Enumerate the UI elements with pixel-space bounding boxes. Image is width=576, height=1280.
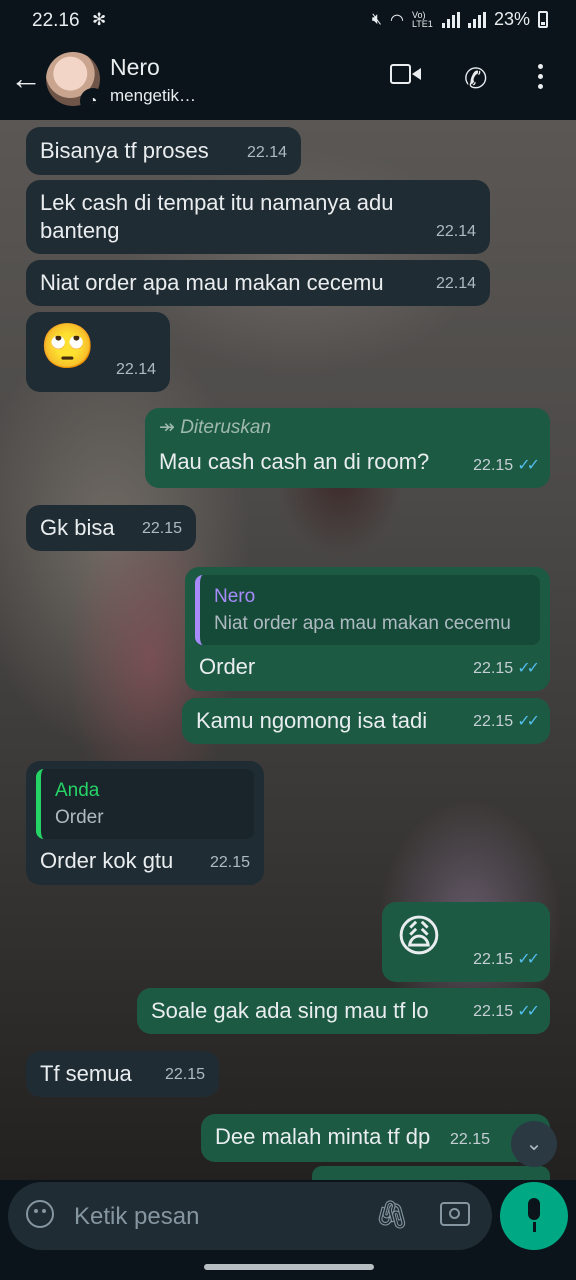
message-time: 22.14 bbox=[435, 275, 476, 292]
read-ticks-icon: ✓✓ bbox=[517, 713, 540, 730]
message-time: 22.15 bbox=[473, 457, 514, 474]
emoji-icon[interactable] bbox=[26, 1200, 54, 1228]
phone-icon[interactable]: ✆ bbox=[464, 62, 487, 95]
message-time: 22.15 bbox=[141, 520, 182, 537]
quoted-text: Order bbox=[55, 807, 104, 828]
microphone-button[interactable] bbox=[500, 1182, 568, 1250]
read-ticks-icon: ✓✓ bbox=[517, 1003, 540, 1020]
contact-name[interactable]: Nero bbox=[110, 54, 160, 81]
quoted-text: Niat order apa mau makan cecemu bbox=[214, 613, 511, 634]
message-time: 22.14 bbox=[435, 223, 476, 240]
signal-icon bbox=[441, 11, 460, 28]
message-text: Lek cash di tempat itu namanya adu bante… bbox=[40, 190, 394, 243]
quoted-sender: Nero bbox=[214, 586, 256, 607]
typing-status: mengetik… bbox=[110, 86, 196, 105]
microphone-icon bbox=[528, 1198, 540, 1220]
message-incoming[interactable]: Tf semua 22.15 bbox=[26, 1051, 219, 1097]
message-outgoing[interactable]: Soale gak ada sing mau tf lo 22.15 ✓✓ bbox=[137, 988, 550, 1034]
chevron-double-down-icon: ⌄ bbox=[525, 1133, 543, 1155]
video-camera-icon[interactable] bbox=[390, 64, 422, 86]
message-meta: 22.15 ✓✓ bbox=[473, 452, 540, 480]
timer-icon: ◔ bbox=[80, 88, 106, 114]
paperclip-icon[interactable]: 🖇︎ bbox=[374, 1198, 410, 1231]
more-vertical-icon[interactable] bbox=[538, 64, 544, 94]
signal-icon-2 bbox=[467, 11, 486, 28]
read-ticks-icon: ✓✓ bbox=[517, 660, 540, 677]
message-meta: 22.15 ✓✓ bbox=[473, 946, 540, 974]
message-text: Niat order apa mau makan cecemu bbox=[40, 270, 384, 295]
message-outgoing-forwarded[interactable]: ↠ Diteruskan Mau cash cash an di room? 2… bbox=[145, 408, 550, 488]
camera-icon[interactable] bbox=[440, 1202, 470, 1226]
message-incoming-reply[interactable]: Anda Order Order kok gtu 22.15 bbox=[26, 761, 264, 885]
message-outgoing[interactable]: Kamu ngomong isa tadi 22.15 ✓✓ bbox=[182, 698, 550, 744]
wifi-icon: ◠ bbox=[390, 11, 404, 29]
message-time: 22.15 bbox=[473, 713, 514, 730]
battery-percent: 23% bbox=[493, 9, 530, 29]
message-incoming[interactable]: Niat order apa mau makan cecemu 22.14 bbox=[26, 260, 490, 306]
message-outgoing-partial bbox=[312, 1166, 550, 1180]
settings-gear-icon: ✻ bbox=[92, 10, 107, 29]
message-incoming-emoji[interactable]: 🙄 22.14 bbox=[26, 312, 170, 392]
message-outgoing-reply[interactable]: Nero Niat order apa mau makan cecemu Ord… bbox=[185, 567, 550, 691]
microphone-icon-stem bbox=[533, 1222, 536, 1232]
mute-icon: 🔇︎ bbox=[371, 10, 382, 28]
message-time: 22.15 bbox=[473, 1003, 514, 1020]
message-time: 22.15 bbox=[209, 854, 250, 871]
message-incoming[interactable]: Lek cash di tempat itu namanya adu bante… bbox=[26, 180, 490, 254]
quoted-message[interactable]: Nero Niat order apa mau makan cecemu bbox=[195, 575, 540, 645]
message-outgoing-emoji[interactable]: 😩 22.15 ✓✓ bbox=[382, 902, 550, 982]
message-time: 22.14 bbox=[115, 361, 156, 378]
status-icons: 🔇︎ ◠ Vo) LTE1 23% bbox=[372, 9, 548, 30]
gesture-nav-bar[interactable] bbox=[204, 1264, 374, 1270]
clock: 22.16 bbox=[32, 10, 80, 31]
lte-label: Vo) LTE1 bbox=[411, 9, 433, 29]
message-meta: 22.15 ✓✓ bbox=[473, 655, 540, 683]
quoted-message[interactable]: Anda Order bbox=[36, 769, 254, 839]
message-input[interactable] bbox=[72, 1196, 356, 1238]
forwarded-label: ↠ Diteruskan bbox=[159, 414, 536, 442]
arrow-left-icon[interactable]: ← bbox=[10, 60, 42, 97]
message-outgoing[interactable]: Dee malah minta tf dp 22.15 bbox=[201, 1114, 550, 1162]
forward-arrow-icon: ↠ bbox=[159, 417, 175, 438]
message-incoming[interactable]: Gk bisa 22.15 bbox=[26, 505, 196, 551]
message-meta: 22.15 ✓✓ bbox=[473, 708, 540, 736]
battery-icon bbox=[538, 11, 548, 28]
message-time: 22.15 bbox=[473, 660, 514, 677]
chat-header: ← ◔ Nero mengetik… ✆ bbox=[0, 42, 576, 120]
message-time: 22.14 bbox=[246, 144, 287, 161]
scroll-down-button[interactable]: ⌄ bbox=[511, 1121, 557, 1167]
status-bar: 22.16 ✻ 🔇︎ ◠ Vo) LTE1 23% bbox=[0, 0, 576, 42]
message-meta: 22.15 ✓✓ bbox=[473, 998, 540, 1026]
message-composer: 🖇︎ bbox=[8, 1182, 492, 1250]
quoted-sender: Anda bbox=[55, 780, 100, 801]
forwarded-text: Diteruskan bbox=[180, 417, 272, 438]
message-incoming[interactable]: Bisanya tf proses 22.14 bbox=[26, 127, 301, 175]
read-ticks-icon: ✓✓ bbox=[517, 457, 540, 474]
message-time: 22.15 bbox=[449, 1131, 490, 1148]
read-ticks-icon: ✓✓ bbox=[517, 951, 540, 968]
message-time: 22.15 bbox=[164, 1066, 205, 1083]
message-time: 22.15 bbox=[473, 951, 514, 968]
